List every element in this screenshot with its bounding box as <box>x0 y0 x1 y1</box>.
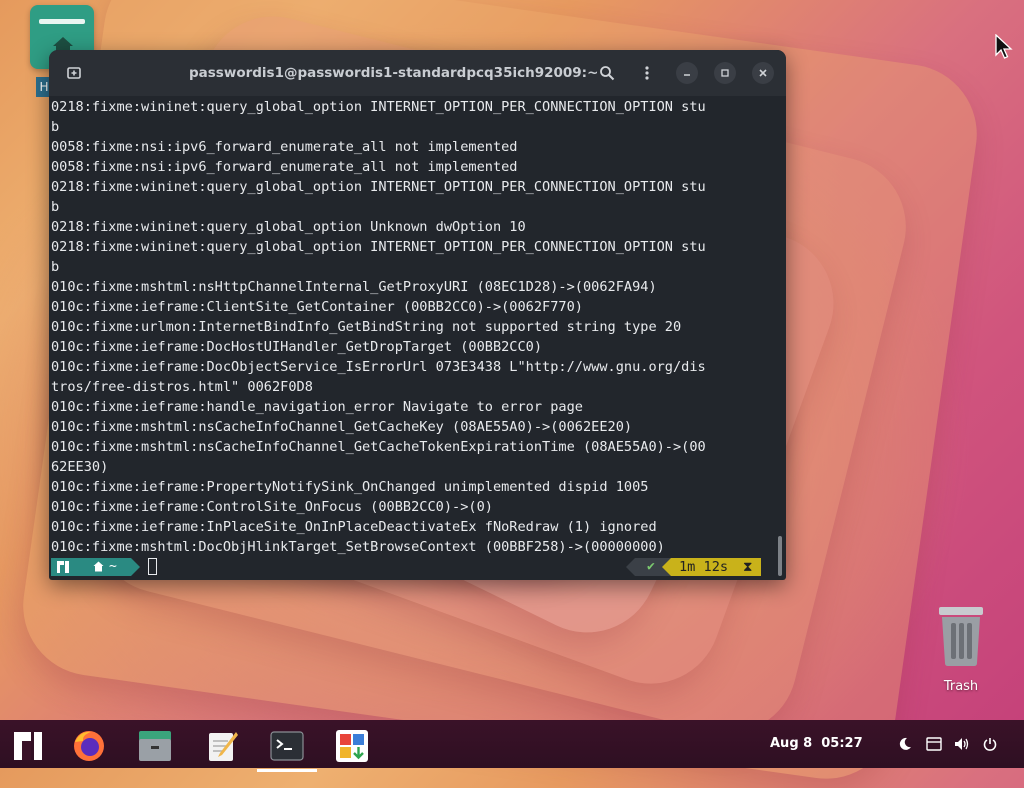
manjaro-logo-icon <box>14 732 42 760</box>
trash-label: Trash <box>943 679 979 694</box>
terminal-line: 0218:fixme:wininet:query_global_option I… <box>51 239 706 255</box>
terminal-line: 010c:fixme:ieframe:ControlSite_OnFocus (… <box>51 499 493 515</box>
terminal-window[interactable]: passwordis1@passwordis1-standardpcq35ich… <box>49 50 786 580</box>
files-launcher[interactable] <box>133 724 177 768</box>
new-tab-button[interactable] <box>63 62 85 84</box>
volume-icon <box>955 738 969 750</box>
status-ok-icon: ✔ <box>647 559 655 574</box>
software-store-launcher[interactable] <box>330 724 374 768</box>
trash-icon <box>939 607 983 666</box>
prompt-path: ~ <box>109 559 117 574</box>
keyboard-icon <box>926 737 942 751</box>
terminal-line: 0218:fixme:wininet:query_global_option I… <box>51 99 706 115</box>
close-button[interactable] <box>752 62 774 84</box>
terminal-line: 010c:fixme:mshtml:nsCacheInfoChannel_Get… <box>51 419 633 435</box>
terminal-icon <box>270 731 304 761</box>
terminal-line: 010c:fixme:ieframe:DocHostUIHandler_GetD… <box>51 339 543 355</box>
night-light-icon <box>899 737 911 750</box>
minimize-icon <box>684 74 690 76</box>
maximize-button[interactable] <box>714 62 736 84</box>
hourglass-icon: ⧗ <box>743 559 753 575</box>
software-store-icon <box>336 730 368 762</box>
maximize-icon <box>721 69 729 77</box>
command-duration: 1m 12s <box>679 559 729 575</box>
prompt-duration-segment: 1m 12s ⧗ <box>662 558 761 576</box>
taskbar: Aug 8 05:27 <box>0 720 1024 772</box>
terminal-line: 0218:fixme:wininet:query_global_option U… <box>51 219 526 235</box>
terminal-titlebar[interactable]: passwordis1@passwordis1-standardpcq35ich… <box>49 50 786 96</box>
volume-indicator[interactable] <box>952 734 972 754</box>
trash-desktop-icon[interactable]: Trash <box>926 605 996 694</box>
kebab-menu-icon <box>645 66 649 80</box>
terminal-line: 010c:fixme:urlmon:InternetBindInfo_GetBi… <box>51 319 682 335</box>
terminal-line: 010c:fixme:ieframe:DocObjectService_IsEr… <box>51 359 706 375</box>
text-editor-launcher[interactable] <box>201 724 245 768</box>
terminal-line: 0218:fixme:wininet:query_global_option I… <box>51 179 706 195</box>
clock[interactable]: Aug 8 05:27 <box>770 736 863 751</box>
power-indicator[interactable] <box>980 734 1000 754</box>
night-light-indicator[interactable] <box>895 734 915 754</box>
text-editor-icon <box>209 732 238 761</box>
terminal-line: 0058:fixme:nsi:ipv6_forward_enumerate_al… <box>51 159 518 175</box>
prompt-path-segment: ~ <box>75 558 140 576</box>
terminal-line: 0058:fixme:nsi:ipv6_forward_enumerate_al… <box>51 139 518 155</box>
terminal-line: 010c:fixme:ieframe:PropertyNotifySink_On… <box>51 479 649 495</box>
terminal-line: 010c:fixme:ieframe:InPlaceSite_OnInPlace… <box>51 519 657 535</box>
firefox-launcher[interactable] <box>67 724 111 768</box>
terminal-output[interactable]: 0218:fixme:wininet:query_global_option I… <box>51 97 772 557</box>
minimize-button[interactable] <box>676 62 698 84</box>
terminal-line: 62EE30) <box>51 459 109 475</box>
terminal-line: b <box>51 259 60 275</box>
search-icon <box>600 66 615 81</box>
terminal-line: 010c:fixme:mshtml:nsHttpChannelInternal_… <box>51 279 657 295</box>
new-tab-icon <box>67 67 81 79</box>
terminal-launcher[interactable] <box>257 724 317 772</box>
close-icon <box>759 69 767 77</box>
text-cursor <box>148 558 157 575</box>
app-menu-button[interactable] <box>6 724 50 768</box>
terminal-line: b <box>51 199 60 215</box>
manjaro-logo-icon <box>57 561 69 573</box>
menu-button[interactable] <box>636 62 658 84</box>
terminal-line: b <box>51 119 60 135</box>
keyboard-indicator[interactable] <box>924 734 944 754</box>
terminal-line: 010c:fixme:ieframe:ClientSite_GetContain… <box>51 299 583 315</box>
terminal-prompt[interactable]: ~ ✔ 1m 12s ⧗ <box>49 557 786 577</box>
terminal-line: 010c:fixme:ieframe:handle_navigation_err… <box>51 399 583 415</box>
files-icon <box>139 731 171 761</box>
terminal-line: 010c:fixme:mshtml:DocObjHlinkTarget_SetB… <box>51 539 665 555</box>
search-button[interactable] <box>596 62 618 84</box>
prompt-distro-segment <box>51 558 75 576</box>
power-icon <box>983 738 997 751</box>
mouse-pointer-icon <box>995 34 1013 59</box>
firefox-icon <box>74 731 104 761</box>
clock-time: 05:27 <box>821 736 863 751</box>
terminal-title: passwordis1@passwordis1-standardpcq35ich… <box>189 65 599 81</box>
home-icon <box>93 561 104 572</box>
terminal-line: 010c:fixme:mshtml:nsCacheInfoChannel_Get… <box>51 439 706 455</box>
clock-date: Aug 8 <box>770 736 813 751</box>
terminal-line: tros/free-distros.html" 0062F0D8 <box>51 379 313 395</box>
